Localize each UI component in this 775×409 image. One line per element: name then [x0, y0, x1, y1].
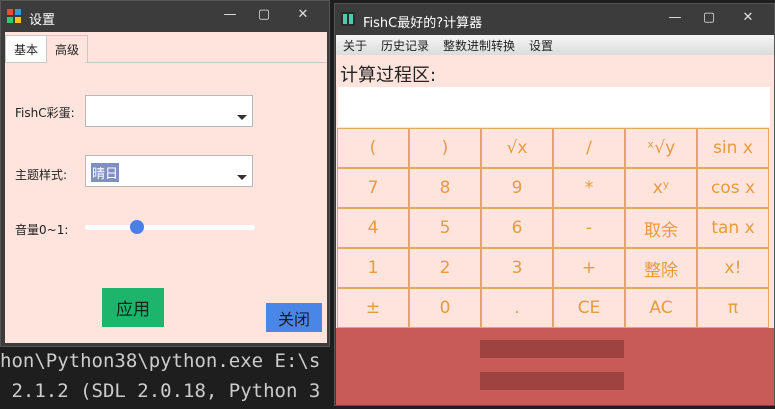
key-sqrt[interactable]: √x [481, 128, 553, 168]
calculator-body: 计算过程区: ( ) √x / ˣ√y sin x 7 8 9 * xʸ cos… [336, 55, 774, 405]
calculator-window: FishC最好的?计算器 — ▢ ✕ 关于 历史记录 整数进制转换 设置 计算过… [334, 3, 775, 406]
settings-title: 设置 [29, 13, 56, 28]
key-cos[interactable]: cos x [697, 168, 769, 208]
bottom-panel [336, 328, 774, 405]
easter-egg-label: FishC彩蛋: [15, 106, 75, 120]
console-line-1: hon\Python38\python.exe E:\s [0, 350, 321, 372]
key-plus[interactable]: + [553, 248, 625, 288]
key-plus-minus[interactable]: ± [337, 288, 409, 328]
tab-advanced[interactable]: 高级 [47, 35, 89, 63]
key-sin[interactable]: sin x [697, 128, 769, 168]
app-icon [7, 9, 21, 23]
key-pi[interactable]: π [697, 288, 769, 328]
close-icon[interactable]: ✕ [283, 6, 323, 22]
chevron-down-icon [237, 115, 247, 120]
theme-label: 主题样式: [15, 168, 68, 182]
placeholder-bar [480, 340, 624, 358]
key-minus[interactable]: - [553, 208, 625, 248]
process-area-label: 计算过程区: [340, 65, 437, 86]
chevron-down-icon [237, 175, 247, 180]
menu-settings[interactable]: 设置 [522, 37, 560, 54]
key-power[interactable]: xʸ [625, 168, 697, 208]
menu-bar: 关于 历史记录 整数进制转换 设置 [336, 35, 774, 55]
key-open-paren[interactable]: ( [337, 128, 409, 168]
theme-value: 晴日 [91, 163, 120, 182]
key-all-clear[interactable]: AC [625, 288, 697, 328]
minimize-icon[interactable]: — [660, 9, 690, 25]
maximize-icon[interactable]: ▢ [694, 9, 724, 25]
key-close-paren[interactable]: ) [409, 128, 481, 168]
key-9[interactable]: 9 [481, 168, 553, 208]
volume-label: 音量0~1: [15, 223, 69, 237]
settings-client: 基本 高级 FishC彩蛋: 主题样式: 晴日 音量0~1: 应用 关闭 [5, 32, 327, 343]
settings-window: 设置 — ▢ ✕ 基本 高级 FishC彩蛋: 主题样式: 晴日 音量0~1: … [0, 0, 330, 347]
menu-history[interactable]: 历史记录 [374, 37, 436, 54]
maximize-icon[interactable]: ▢ [249, 6, 279, 22]
key-7[interactable]: 7 [337, 168, 409, 208]
tab-divider [85, 62, 327, 63]
settings-tabs: 基本 高级 [5, 35, 89, 63]
key-clear-entry[interactable]: CE [553, 288, 625, 328]
key-tan[interactable]: tan x [697, 208, 769, 248]
key-modulo[interactable]: 取余 [625, 208, 697, 248]
key-1[interactable]: 1 [337, 248, 409, 288]
key-6[interactable]: 6 [481, 208, 553, 248]
key-3[interactable]: 3 [481, 248, 553, 288]
key-decimal[interactable]: . [481, 288, 553, 328]
volume-slider[interactable] [85, 225, 255, 230]
key-4[interactable]: 4 [337, 208, 409, 248]
close-icon[interactable]: ✕ [728, 9, 768, 25]
tab-basic[interactable]: 基本 [5, 35, 48, 63]
key-5[interactable]: 5 [409, 208, 481, 248]
key-0[interactable]: 0 [409, 288, 481, 328]
easter-egg-combo[interactable] [85, 95, 253, 127]
menu-about[interactable]: 关于 [336, 37, 374, 54]
key-divide[interactable]: / [553, 128, 625, 168]
volume-slider-handle[interactable] [130, 220, 144, 234]
settings-titlebar[interactable]: 设置 — ▢ ✕ [1, 1, 329, 31]
key-int-divide[interactable]: 整除 [625, 248, 697, 288]
key-multiply[interactable]: * [553, 168, 625, 208]
placeholder-bar [480, 372, 624, 390]
theme-combo[interactable]: 晴日 [85, 155, 253, 187]
console-line-2: 2.1.2 (SDL 2.0.18, Python 3 [0, 380, 321, 402]
apply-button[interactable]: 应用 [102, 288, 164, 327]
key-8[interactable]: 8 [409, 168, 481, 208]
key-factorial[interactable]: x! [697, 248, 769, 288]
key-2[interactable]: 2 [409, 248, 481, 288]
calculator-title: FishC最好的?计算器 [363, 16, 483, 31]
keypad: ( ) √x / ˣ√y sin x 7 8 9 * xʸ cos x 4 5 … [337, 128, 773, 328]
process-display [338, 87, 770, 127]
key-nth-root[interactable]: ˣ√y [625, 128, 697, 168]
minimize-icon[interactable]: — [215, 6, 245, 22]
close-button[interactable]: 关闭 [266, 303, 322, 332]
calculator-titlebar[interactable]: FishC最好的?计算器 — ▢ ✕ [335, 4, 774, 34]
python-app-icon [341, 12, 355, 26]
menu-base-convert[interactable]: 整数进制转换 [436, 37, 522, 54]
